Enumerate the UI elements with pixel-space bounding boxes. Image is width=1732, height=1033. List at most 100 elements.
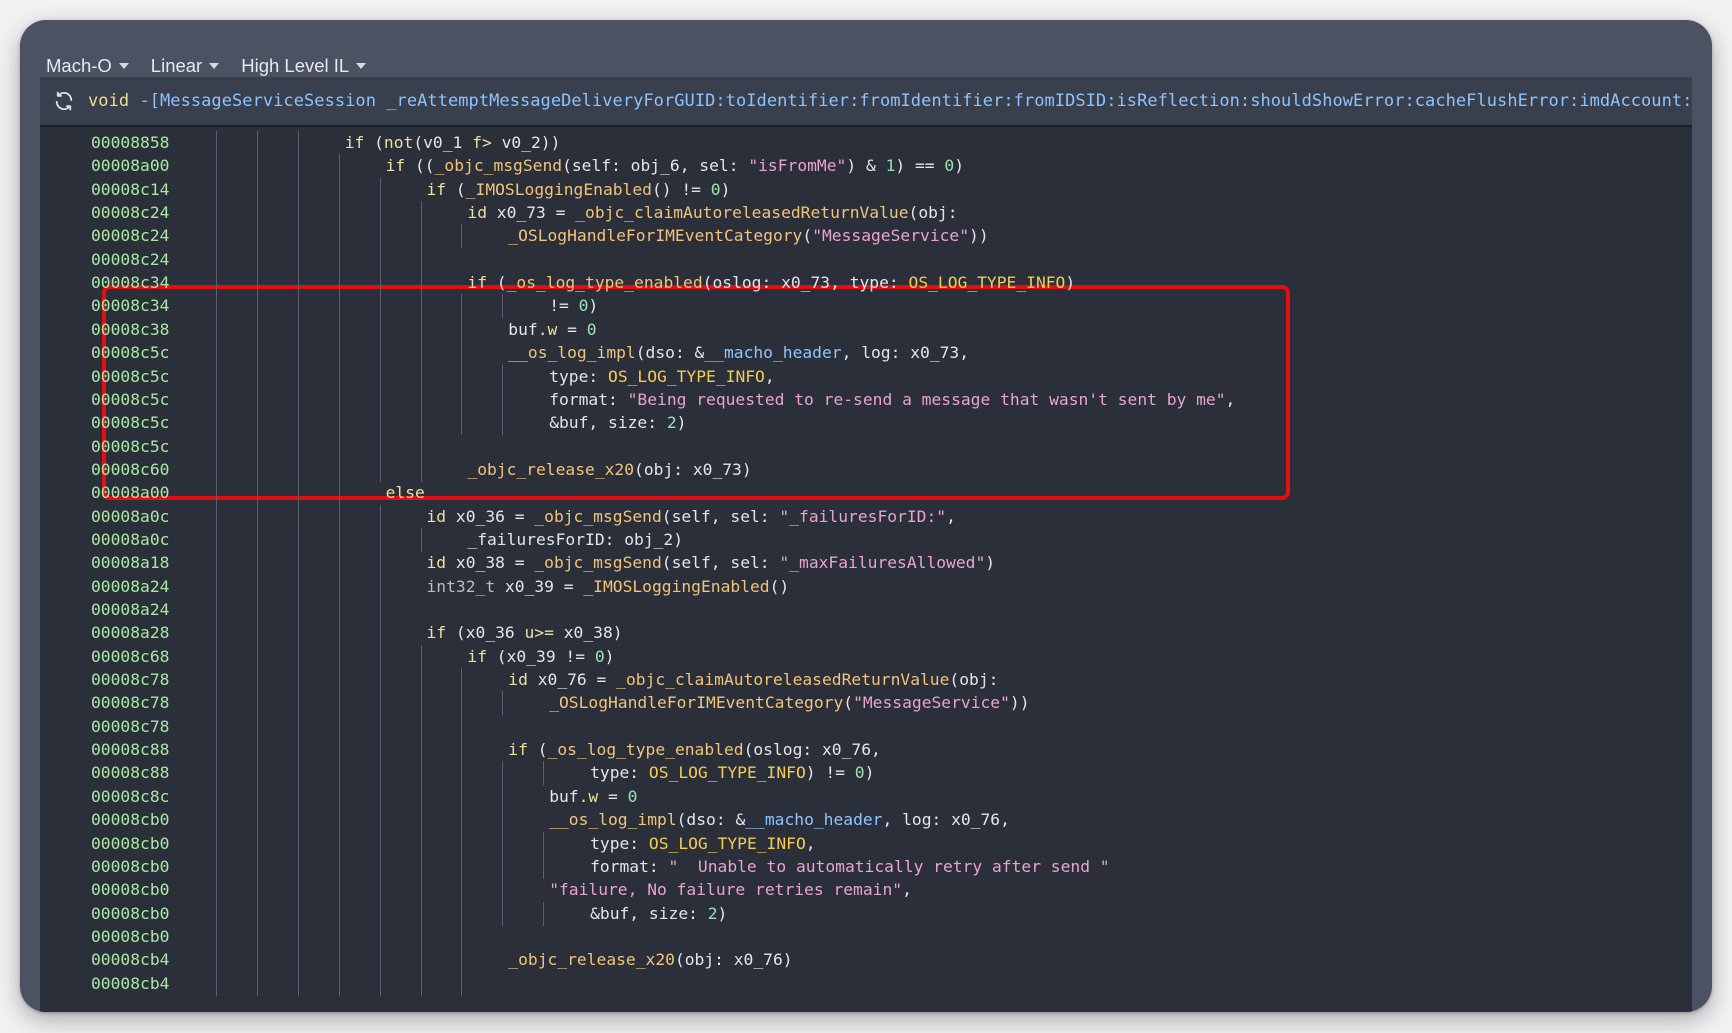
code-view[interactable]: 00008858 if (not(v0_1 f> v0_2)) 00008a00 if… (40, 127, 1692, 1012)
code-text[interactable]: if (_IMOSLoggingEnabled() != 0) (427, 178, 731, 201)
code-text[interactable]: id x0_36 = _objc_msgSend(self, sel: "_fa… (427, 505, 956, 528)
code-text[interactable]: if (not(v0_1 f> v0_2)) (345, 131, 561, 154)
line-address[interactable]: 00008c5c (91, 365, 201, 388)
line-address[interactable]: 00008a24 (91, 575, 201, 598)
code-text[interactable]: type: OS_LOG_TYPE_INFO, (590, 832, 815, 855)
code-line[interactable]: 00008c8c buf.w = 0 (40, 784, 1692, 809)
code-line[interactable]: 00008c78 id x0_76 = _objc_claimAutoreleas… (40, 668, 1692, 693)
code-text[interactable]: _failuresForID: obj_2) (467, 528, 683, 551)
line-address[interactable]: 00008cb0 (91, 925, 201, 948)
code-line[interactable]: 00008c68 if (x0_39 != 0) (40, 644, 1692, 669)
code-line[interactable]: 00008cb0 &buf, size: 2) (40, 901, 1692, 926)
code-text[interactable]: int32_t x0_39 = _IMOSLoggingEnabled() (427, 575, 790, 598)
code-line[interactable]: 00008c5c (40, 434, 1692, 459)
code-line[interactable]: 00008c14 if (_IMOSLoggingEnabled() != 0) (40, 177, 1692, 202)
code-line[interactable]: 00008858 if (not(v0_1 f> v0_2)) (40, 131, 1692, 155)
code-line[interactable]: 00008cb0 type: OS_LOG_TYPE_INFO, (40, 831, 1692, 856)
code-text[interactable]: _OSLogHandleForIMEventCategory("MessageS… (508, 224, 988, 247)
code-line[interactable]: 00008c88 type: OS_LOG_TYPE_INFO) != 0) (40, 761, 1692, 786)
line-address[interactable]: 00008cb0 (91, 855, 201, 878)
code-line[interactable]: 00008a0c id x0_36 = _objc_msgSend(self, s… (40, 504, 1692, 529)
line-address[interactable]: 00008c5c (91, 435, 201, 458)
line-address[interactable]: 00008c38 (91, 318, 201, 341)
code-text[interactable]: if (_os_log_type_enabled(oslog: x0_73, t… (467, 271, 1075, 294)
il-level-dropdown[interactable]: High Level IL (241, 55, 367, 77)
code-line[interactable]: 00008a24 (40, 598, 1692, 622)
code-text[interactable]: buf.w = 0 (549, 785, 637, 808)
line-address[interactable]: 00008c78 (91, 715, 201, 738)
code-text[interactable]: if ((_objc_msgSend(self: obj_6, sel: "is… (386, 154, 964, 177)
code-line[interactable]: 00008a28 if (x0_36 u>= x0_38) (40, 621, 1692, 646)
line-address[interactable]: 00008cb0 (91, 878, 201, 901)
code-text[interactable]: if (x0_39 != 0) (467, 645, 614, 668)
code-text[interactable]: format: "Being requested to re-send a me… (549, 388, 1235, 411)
code-text[interactable]: "failure, No failure retries remain", (549, 878, 912, 901)
code-line[interactable]: 00008a00 if ((_objc_msgSend(self: obj_6, … (40, 154, 1692, 179)
code-line[interactable]: 00008c38 buf.w = 0 (40, 317, 1692, 342)
code-text[interactable]: format: " Unable to automatically retry … (590, 855, 1110, 878)
line-address[interactable]: 00008a0c (91, 528, 201, 551)
code-text[interactable]: &buf, size: 2) (590, 902, 727, 925)
code-line[interactable]: 00008c5c format: "Being requested to re-s… (40, 387, 1692, 412)
code-text[interactable]: id x0_73 = _objc_claimAutoreleasedReturn… (467, 201, 957, 224)
line-address[interactable]: 00008858 (91, 131, 201, 154)
refresh-icon[interactable] (40, 77, 88, 125)
line-address[interactable]: 00008c5c (91, 341, 201, 364)
code-line[interactable]: 00008cb4 _objc_release_x20(obj: x0_76) (40, 948, 1692, 973)
line-address[interactable]: 00008c24 (91, 224, 201, 247)
code-text[interactable]: if (_os_log_type_enabled(oslog: x0_76, (508, 738, 881, 761)
code-line[interactable]: 00008c5c type: OS_LOG_TYPE_INFO, (40, 364, 1692, 389)
line-address[interactable]: 00008a18 (91, 551, 201, 574)
code-line[interactable]: 00008c34 if (_os_log_type_enabled(oslog: … (40, 271, 1692, 296)
line-address[interactable]: 00008c14 (91, 178, 201, 201)
code-text[interactable]: _objc_release_x20(obj: x0_73) (467, 458, 751, 481)
code-line[interactable]: 00008cb0 format: " Unable to automaticall… (40, 854, 1692, 879)
line-address[interactable]: 00008c68 (91, 645, 201, 668)
line-address[interactable]: 00008a00 (91, 154, 201, 177)
code-text[interactable]: id x0_76 = _objc_claimAutoreleasedReturn… (508, 668, 998, 691)
line-address[interactable]: 00008c24 (91, 201, 201, 224)
line-address[interactable]: 00008a28 (91, 621, 201, 644)
line-address[interactable]: 00008cb0 (91, 808, 201, 831)
code-line[interactable]: 00008c5c __os_log_impl(dso: &__macho_head… (40, 341, 1692, 366)
line-address[interactable]: 00008c78 (91, 691, 201, 714)
code-text[interactable]: buf.w = 0 (508, 318, 596, 341)
code-line[interactable]: 00008cb0 (40, 924, 1692, 949)
line-address[interactable]: 00008c5c (91, 411, 201, 434)
code-text[interactable]: id x0_38 = _objc_msgSend(self, sel: "_ma… (427, 551, 996, 574)
code-line[interactable]: 00008c78 _OSLogHandleForIMEventCategory("… (40, 691, 1692, 716)
code-line[interactable]: 00008c24 id x0_73 = _objc_claimAutoreleas… (40, 201, 1692, 226)
code-text[interactable]: __os_log_impl(dso: &__macho_header, log:… (508, 341, 969, 364)
code-text[interactable]: else (386, 481, 425, 504)
line-address[interactable]: 00008a24 (91, 598, 201, 621)
code-text[interactable]: != 0) (549, 294, 598, 317)
line-address[interactable]: 00008c78 (91, 668, 201, 691)
line-address[interactable]: 00008cb4 (91, 972, 201, 995)
line-address[interactable]: 00008c34 (91, 294, 201, 317)
code-text[interactable]: _OSLogHandleForIMEventCategory("MessageS… (549, 691, 1029, 714)
code-line[interactable]: 00008c60 _objc_release_x20(obj: x0_73) (40, 457, 1692, 482)
line-address[interactable]: 00008c60 (91, 458, 201, 481)
code-text[interactable]: type: OS_LOG_TYPE_INFO) != 0) (590, 761, 874, 784)
line-address[interactable]: 00008cb0 (91, 832, 201, 855)
code-line[interactable]: 00008c5c &buf, size: 2) (40, 411, 1692, 436)
code-line[interactable]: 00008cb4 (40, 971, 1692, 996)
line-address[interactable]: 00008c5c (91, 388, 201, 411)
code-line[interactable]: 00008a00 else (40, 481, 1692, 506)
code-text[interactable]: _objc_release_x20(obj: x0_76) (508, 948, 792, 971)
code-line[interactable]: 00008c78 (40, 714, 1692, 739)
line-address[interactable]: 00008a0c (91, 505, 201, 528)
code-line[interactable]: 00008c24 (40, 247, 1692, 272)
view-type-dropdown[interactable]: Mach-O (46, 55, 129, 77)
code-line[interactable]: 00008cb0 "failure, No failure retries rem… (40, 878, 1692, 903)
code-text[interactable]: __os_log_impl(dso: &__macho_header, log:… (549, 808, 1010, 831)
code-line[interactable]: 00008a18 id x0_38 = _objc_msgSend(self, s… (40, 551, 1692, 576)
code-line[interactable]: 00008cb0 __os_log_impl(dso: &__macho_head… (40, 808, 1692, 833)
line-address[interactable]: 00008a00 (91, 481, 201, 504)
code-line[interactable]: 00008c34 != 0) (40, 294, 1692, 319)
code-line[interactable]: 00008c88 if (_os_log_type_enabled(oslog: … (40, 738, 1692, 763)
code-text[interactable]: type: OS_LOG_TYPE_INFO, (549, 365, 774, 388)
line-address[interactable]: 00008cb4 (91, 948, 201, 971)
function-signature[interactable]: void -[MessageServiceSession _reAttemptM… (88, 91, 1692, 111)
layout-dropdown[interactable]: Linear (151, 55, 220, 77)
